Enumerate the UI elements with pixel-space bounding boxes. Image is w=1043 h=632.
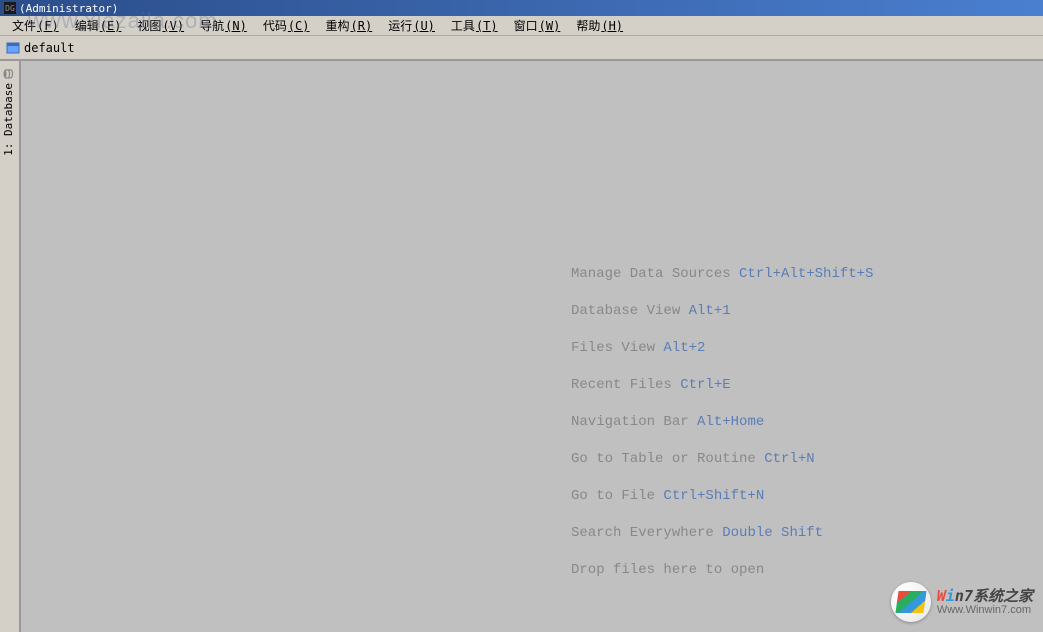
menu-help[interactable]: 帮助(H) <box>568 15 631 36</box>
sidebar-tab-label: 1: Database <box>2 83 15 156</box>
menu-run[interactable]: 运行(U) <box>380 15 443 36</box>
app-icon: DG <box>4 2 16 14</box>
console-icon <box>6 41 20 55</box>
shortcut-go-to-table: Go to Table or Routine Ctrl+N <box>571 452 873 466</box>
shortcuts-panel: Manage Data Sources Ctrl+Alt+Shift+S Dat… <box>571 267 873 600</box>
sidebar-left: 1: Database <box>0 60 20 632</box>
shortcut-navigation-bar: Navigation Bar Alt+Home <box>571 415 873 429</box>
titlebar: DG (Administrator) <box>0 0 1043 16</box>
shortcut-files-view: Files View Alt+2 <box>571 341 873 355</box>
shortcut-go-to-file: Go to File Ctrl+Shift+N <box>571 489 873 503</box>
menubar: 文件(F) 编辑(E) 视图(V) 导航(N) 代码(C) 重构(R) 运行(U… <box>0 16 1043 36</box>
menu-navigate[interactable]: 导航(N) <box>192 15 255 36</box>
menu-code[interactable]: 代码(C) <box>255 15 318 36</box>
shortcut-manage-data-sources: Manage Data Sources Ctrl+Alt+Shift+S <box>571 267 873 281</box>
sidebar-tab-database[interactable]: 1: Database <box>0 61 17 162</box>
database-icon <box>3 67 15 79</box>
window-title: (Administrator) <box>19 2 118 15</box>
editor-empty-state[interactable]: Manage Data Sources Ctrl+Alt+Shift+S Dat… <box>20 60 1043 632</box>
menu-window[interactable]: 窗口(W) <box>506 15 569 36</box>
navbar-label[interactable]: default <box>24 41 75 55</box>
menu-tools[interactable]: 工具(T) <box>443 15 506 36</box>
menu-edit[interactable]: 编辑(E) <box>67 15 130 36</box>
shortcut-search-everywhere: Search Everywhere Double Shift <box>571 526 873 540</box>
navbar: default <box>0 36 1043 60</box>
shortcut-drop-files: Drop files here to open <box>571 563 873 577</box>
menu-file[interactable]: 文件(F) <box>4 15 67 36</box>
menu-refactor[interactable]: 重构(R) <box>318 15 381 36</box>
shortcut-database-view: Database View Alt+1 <box>571 304 873 318</box>
menu-view[interactable]: 视图(V) <box>129 15 192 36</box>
shortcut-recent-files: Recent Files Ctrl+E <box>571 378 873 392</box>
